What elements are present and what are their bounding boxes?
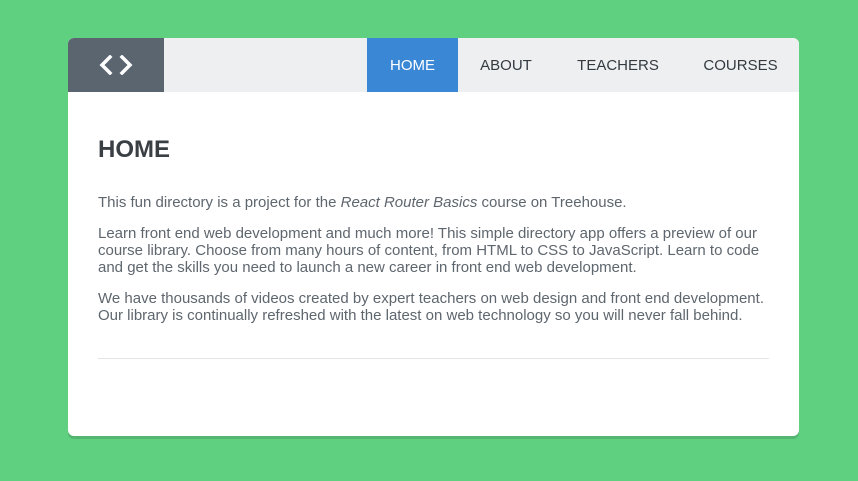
nav-home[interactable]: HOME xyxy=(367,38,458,92)
app-header: HOME ABOUT TEACHERS COURSES xyxy=(68,38,799,92)
course-name-emphasis: React Router Basics xyxy=(340,194,478,211)
nav-teachers[interactable]: TEACHERS xyxy=(554,38,682,92)
nav-about[interactable]: ABOUT xyxy=(458,38,554,92)
code-brackets-icon xyxy=(99,55,133,75)
intro-paragraph: This fun directory is a project for the … xyxy=(98,194,769,211)
main-card: HOME ABOUT TEACHERS COURSES HOME This fu… xyxy=(68,38,799,436)
logo-link[interactable] xyxy=(68,38,164,92)
intro-text-before: This fun directory is a project for the xyxy=(98,194,341,211)
main-nav: HOME ABOUT TEACHERS COURSES xyxy=(367,38,799,92)
intro-text-after: course on Treehouse. xyxy=(477,194,627,211)
learn-paragraph: Learn front end web development and much… xyxy=(98,225,760,276)
library-paragraph: We have thousands of videos created by e… xyxy=(98,290,764,324)
main-content: HOME This fun directory is a project for… xyxy=(98,92,769,367)
nav-courses[interactable]: COURSES xyxy=(682,38,799,92)
page-title: HOME xyxy=(98,136,170,163)
content-divider xyxy=(98,358,769,359)
